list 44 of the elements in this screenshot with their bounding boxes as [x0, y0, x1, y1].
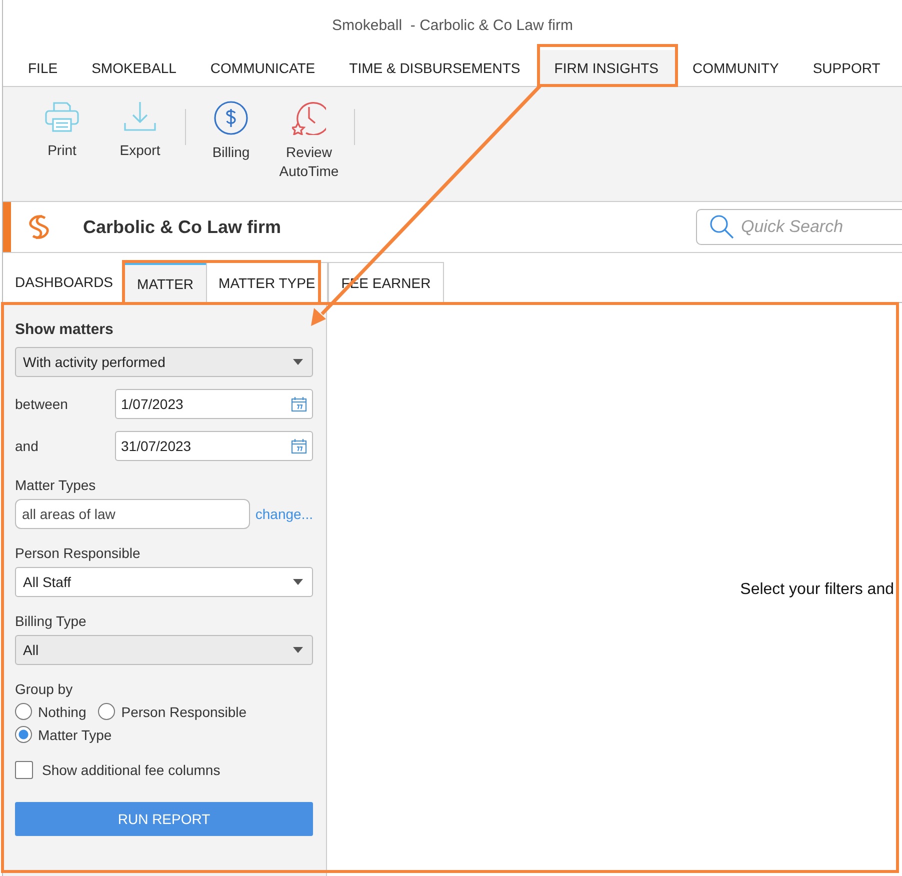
firm-name: Carbolic & Co Law firm [83, 216, 282, 238]
ribbon-button[interactable]: Export [101, 101, 179, 160]
caret-icon [293, 647, 303, 653]
caret-icon [293, 359, 303, 365]
ribbon-button[interactable]: Print [23, 101, 101, 160]
menu-tab[interactable]: SUPPORT [796, 50, 898, 86]
field-label: Billing Type [15, 613, 88, 629]
person-dropdown[interactable]: All Staff [15, 567, 313, 597]
clock-star-icon [292, 101, 326, 135]
calendar-icon [291, 396, 307, 412]
radio-option[interactable]: Nothing [15, 703, 86, 720]
tab[interactable]: MATTER TYPE [206, 262, 328, 302]
menu-tab[interactable]: FILE [11, 50, 75, 86]
field-label: Person Responsible [15, 545, 142, 561]
accent-bar [3, 202, 11, 252]
download-icon [123, 101, 157, 133]
printer-icon [45, 101, 79, 133]
caret-icon [293, 579, 303, 585]
field-label: Group by [15, 681, 74, 697]
ribbon-button[interactable]: Review AutoTime [270, 101, 348, 181]
date-field[interactable]: 1/07/2023 [115, 389, 313, 419]
field-label: between [15, 396, 69, 412]
menu-tab[interactable]: TIME & DISBURSEMENTS [332, 50, 538, 86]
menu-tab[interactable]: SMOKEBALL [74, 50, 194, 86]
menu-tab[interactable]: FIRM INSIGHTS [537, 50, 676, 86]
search-icon [709, 214, 735, 240]
window-title: Smokeball - Carbolic & Co Law firm [332, 16, 573, 34]
radio-option[interactable]: Person Responsible [98, 703, 247, 720]
radio-option[interactable]: Matter Type [15, 726, 112, 743]
billing-type-dropdown[interactable]: All [15, 635, 313, 665]
field-label: Matter Types [15, 477, 97, 493]
message: Select your filters and [740, 580, 894, 598]
show-matters-dropdown[interactable]: With activity performed [15, 347, 313, 377]
calendar-icon [291, 438, 307, 454]
ribbon-button[interactable]: Billing [192, 101, 270, 162]
date-field[interactable]: 31/07/2023 [115, 431, 313, 461]
menu-tab[interactable]: COMMUNITY [676, 50, 796, 86]
matter-types-field[interactable]: all areas of law [15, 499, 250, 529]
menu-tab[interactable]: COMMUNICATE [193, 50, 332, 86]
dollar-icon [214, 101, 248, 135]
tab[interactable]: MATTER [125, 262, 206, 302]
field-label: and [15, 438, 40, 454]
checkbox-option[interactable]: Show additional fee columns [15, 761, 313, 779]
section-title: Show matters [15, 321, 114, 338]
